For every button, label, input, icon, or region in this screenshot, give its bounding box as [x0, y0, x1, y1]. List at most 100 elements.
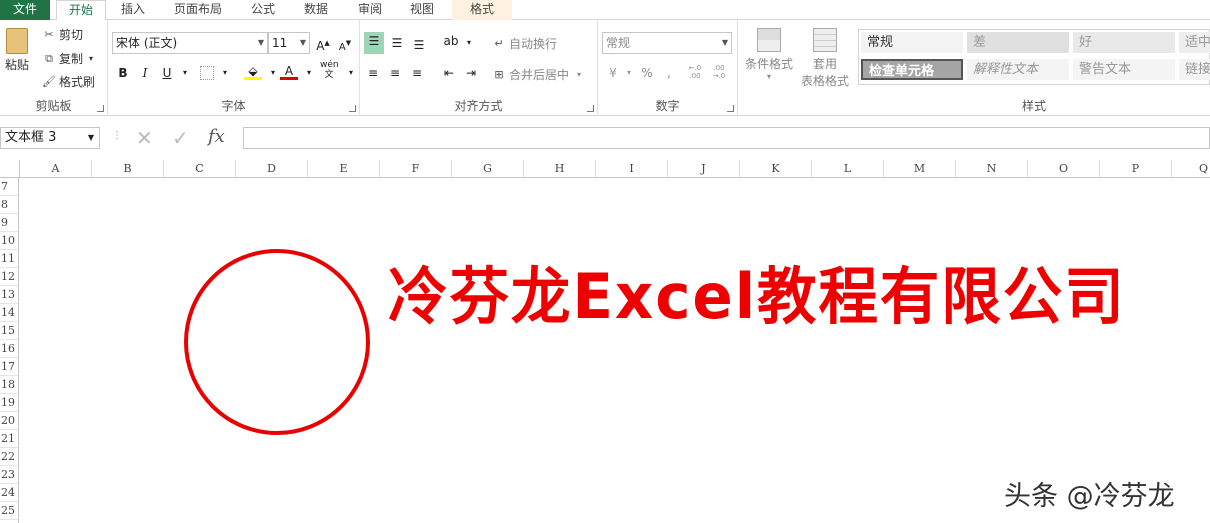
- tab-review[interactable]: 审阅: [354, 0, 386, 20]
- number-launcher[interactable]: [727, 105, 734, 112]
- phonetic-button[interactable]: wén 文: [320, 60, 339, 80]
- style-warning[interactable]: 警告文本: [1073, 59, 1175, 80]
- align-center-icon[interactable]: ≡: [386, 64, 404, 82]
- column-header[interactable]: G: [452, 160, 524, 178]
- number-format-select[interactable]: 常规 ▼: [602, 32, 732, 54]
- chevron-down-icon[interactable]: ▾: [460, 34, 478, 52]
- column-header[interactable]: J: [668, 160, 740, 178]
- row-header[interactable]: 14: [0, 304, 18, 322]
- copy-button[interactable]: ⧉ 复制 ▾: [42, 50, 93, 67]
- underline-button[interactable]: U: [158, 64, 176, 82]
- row-header[interactable]: 23: [0, 466, 18, 484]
- paste-button[interactable]: 粘贴: [4, 28, 30, 73]
- border-icon[interactable]: [200, 66, 214, 80]
- italic-button[interactable]: I: [136, 64, 154, 82]
- tab-file[interactable]: 文件: [0, 0, 50, 20]
- tab-data[interactable]: 数据: [300, 0, 332, 20]
- row-header[interactable]: 18: [0, 376, 18, 394]
- worksheet[interactable]: A B C D E F G H I J K L M N O P Q 7 8 9 …: [0, 160, 1210, 523]
- row-header[interactable]: 24: [0, 484, 18, 502]
- cancel-icon[interactable]: ✕: [136, 126, 153, 150]
- seal-circle-shape[interactable]: [184, 249, 370, 435]
- increase-indent-icon[interactable]: ⇥: [462, 64, 480, 82]
- row-header[interactable]: 13: [0, 286, 18, 304]
- chevron-down-icon[interactable]: ▾: [300, 64, 318, 82]
- column-header[interactable]: K: [740, 160, 812, 178]
- format-painter-button[interactable]: 🖌 格式刷: [42, 73, 95, 90]
- align-middle-icon[interactable]: ☰: [388, 34, 406, 52]
- name-box[interactable]: 文本框 3 ▼: [0, 127, 100, 149]
- formula-input[interactable]: [243, 127, 1210, 149]
- orientation-icon[interactable]: ab: [442, 32, 460, 50]
- row-header[interactable]: 8: [0, 196, 18, 214]
- column-header[interactable]: Q: [1172, 160, 1210, 178]
- align-right-icon[interactable]: ≡: [408, 64, 426, 82]
- merge-center-button[interactable]: ⊞ 合并后居中 ▾: [492, 66, 581, 83]
- style-normal[interactable]: 常规: [861, 32, 963, 53]
- column-header[interactable]: P: [1100, 160, 1172, 178]
- row-header[interactable]: 19: [0, 394, 18, 412]
- row-header[interactable]: 15: [0, 322, 18, 340]
- row-header[interactable]: 21: [0, 430, 18, 448]
- column-header[interactable]: O: [1028, 160, 1100, 178]
- style-bad[interactable]: 差: [967, 32, 1069, 53]
- font-color-button[interactable]: A: [280, 62, 298, 80]
- enter-icon[interactable]: ✓: [172, 126, 189, 150]
- decrease-decimal-button[interactable]: .00 →.0: [708, 64, 730, 82]
- alignment-launcher[interactable]: [587, 105, 594, 112]
- row-header[interactable]: 9: [0, 214, 18, 232]
- style-link[interactable]: 链接: [1179, 59, 1210, 80]
- style-good[interactable]: 好: [1073, 32, 1175, 53]
- row-header[interactable]: 10: [0, 232, 18, 250]
- tab-view[interactable]: 视图: [405, 0, 439, 20]
- bold-button[interactable]: B: [114, 64, 132, 82]
- style-check-cell[interactable]: 检查单元格: [861, 59, 963, 80]
- clipboard-launcher[interactable]: [97, 105, 104, 112]
- chevron-down-icon[interactable]: ▾: [620, 64, 638, 82]
- chevron-down-icon[interactable]: ▾: [342, 64, 360, 82]
- conditional-format-button[interactable]: 条件格式 ▾: [742, 28, 796, 81]
- column-header[interactable]: F: [380, 160, 452, 178]
- fill-color-icon[interactable]: ⬙: [244, 62, 262, 80]
- row-header[interactable]: 16: [0, 340, 18, 358]
- column-header[interactable]: I: [596, 160, 668, 178]
- align-bottom-icon[interactable]: ☰: [410, 36, 428, 54]
- cut-button[interactable]: ✂ 剪切: [42, 26, 83, 43]
- row-header[interactable]: 7: [0, 178, 18, 196]
- column-header[interactable]: H: [524, 160, 596, 178]
- decrease-font-button[interactable]: A▼: [336, 34, 354, 53]
- select-all-corner[interactable]: [0, 160, 20, 178]
- column-header[interactable]: A: [20, 160, 92, 178]
- style-neutral[interactable]: 适中: [1179, 32, 1210, 53]
- font-name-select[interactable]: 宋体 (正文) ▼: [112, 32, 268, 54]
- tab-format[interactable]: 格式: [452, 0, 512, 20]
- align-top-icon[interactable]: ☰: [364, 32, 384, 54]
- align-left-icon[interactable]: ≡: [364, 64, 382, 82]
- tab-insert[interactable]: 插入: [118, 0, 148, 20]
- row-header[interactable]: 20: [0, 412, 18, 430]
- increase-decimal-button[interactable]: ←.0 .00: [684, 64, 706, 82]
- row-header[interactable]: 12: [0, 268, 18, 286]
- row-header[interactable]: 11: [0, 250, 18, 268]
- column-header[interactable]: B: [92, 160, 164, 178]
- column-header[interactable]: N: [956, 160, 1028, 178]
- font-size-select[interactable]: 11 ▼: [268, 32, 310, 54]
- style-explanatory[interactable]: 解释性文本: [967, 59, 1069, 80]
- tab-home[interactable]: 开始: [56, 0, 106, 21]
- tab-page-layout[interactable]: 页面布局: [170, 0, 226, 20]
- percent-button[interactable]: %: [638, 64, 656, 82]
- more-icon[interactable]: ⋮: [112, 130, 122, 141]
- chevron-down-icon[interactable]: ▾: [176, 64, 194, 82]
- insert-function-button[interactable]: fx: [208, 126, 225, 147]
- increase-font-button[interactable]: A▲: [314, 34, 332, 53]
- column-header[interactable]: E: [308, 160, 380, 178]
- font-launcher[interactable]: [349, 105, 356, 112]
- column-header[interactable]: D: [236, 160, 308, 178]
- column-header[interactable]: C: [164, 160, 236, 178]
- wrap-text-button[interactable]: ↵ 自动换行: [492, 35, 557, 52]
- format-as-table-button[interactable]: 套用 表格格式: [796, 28, 854, 89]
- company-name-textbox[interactable]: 冷芬龙Excel教程有限公司: [388, 246, 1126, 336]
- tab-formulas[interactable]: 公式: [246, 0, 280, 20]
- decrease-indent-icon[interactable]: ⇤: [440, 64, 458, 82]
- row-header[interactable]: 25: [0, 502, 18, 520]
